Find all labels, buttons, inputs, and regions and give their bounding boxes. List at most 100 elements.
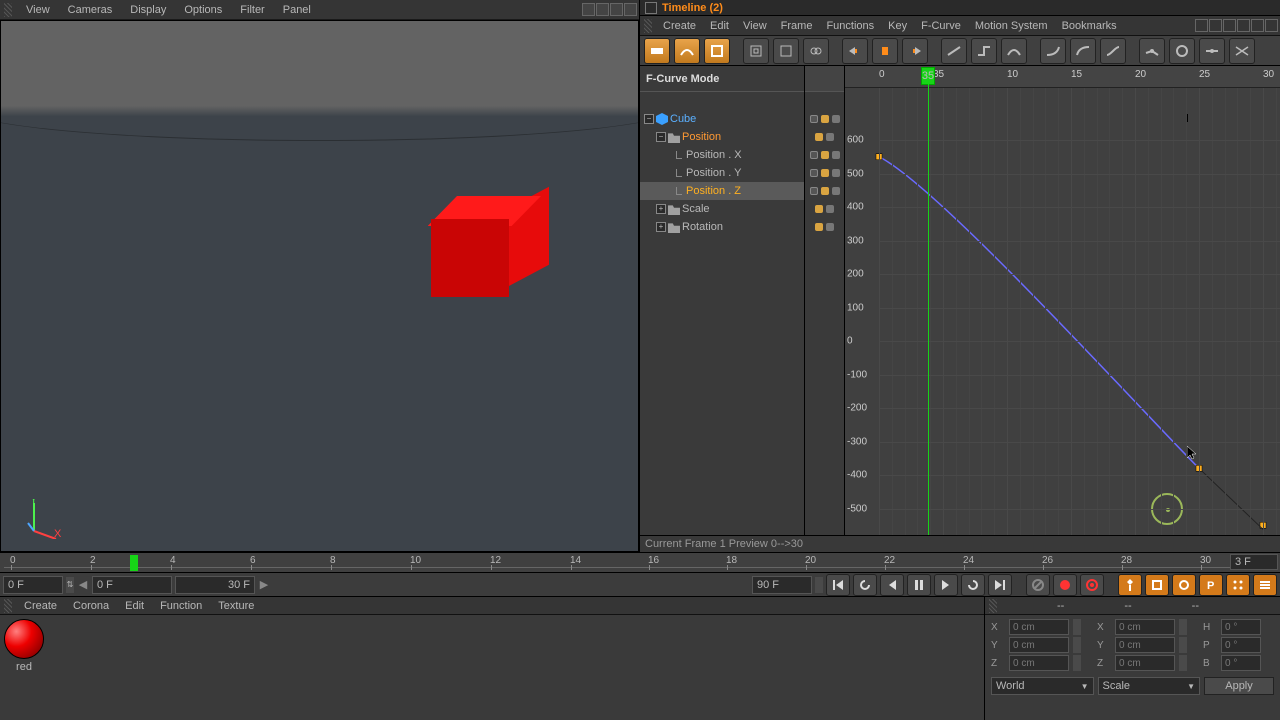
menu-tl-motion[interactable]: Motion System xyxy=(968,18,1055,34)
menu-tl-view[interactable]: View xyxy=(736,18,774,34)
menu-mat-texture[interactable]: Texture xyxy=(210,598,262,614)
menu-mat-corona[interactable]: Corona xyxy=(65,598,117,614)
tree-row-scale[interactable]: + Scale xyxy=(640,200,804,218)
motion-mode-icon[interactable] xyxy=(704,38,730,64)
preview-in-input[interactable]: 0 F xyxy=(92,576,172,594)
pos-z-input[interactable]: 0 cm xyxy=(1009,655,1069,671)
ease-out-icon[interactable] xyxy=(1070,38,1096,64)
menu-panel[interactable]: Panel xyxy=(275,2,319,18)
spinner-icon[interactable] xyxy=(1179,655,1187,671)
key-prev-icon[interactable] xyxy=(842,38,868,64)
tree-row-cube[interactable]: − Cube xyxy=(640,110,804,128)
size-y-input[interactable]: 0 cm xyxy=(1115,637,1175,653)
break-tangent-icon[interactable] xyxy=(1139,38,1165,64)
key-param-button[interactable]: P xyxy=(1199,574,1223,596)
menu-tl-fcurve[interactable]: F-Curve xyxy=(914,18,968,34)
arrow-left-icon[interactable]: ◀ xyxy=(77,578,89,591)
tl-nav-icon[interactable] xyxy=(1251,19,1264,32)
material-list[interactable]: red xyxy=(0,615,984,720)
viewport-nav-icon[interactable] xyxy=(624,3,637,16)
timeline-check-icon[interactable] xyxy=(645,2,657,14)
menu-options[interactable]: Options xyxy=(176,2,230,18)
tree-row-px[interactable]: Position . X xyxy=(640,146,804,164)
menu-tl-functions[interactable]: Functions xyxy=(819,18,881,34)
start-frame-input[interactable]: 0 F xyxy=(3,576,63,594)
menu-cameras[interactable]: Cameras xyxy=(60,2,121,18)
viewport-nav-icon[interactable] xyxy=(582,3,595,16)
key-dot-icon[interactable] xyxy=(815,205,823,213)
tl-nav-icon[interactable] xyxy=(1209,19,1222,32)
ease-both-icon[interactable] xyxy=(1100,38,1126,64)
menu-view[interactable]: View xyxy=(18,2,58,18)
tree-row-pz[interactable]: Position . Z xyxy=(640,182,804,200)
menu-tl-bookmarks[interactable]: Bookmarks xyxy=(1055,18,1124,34)
spinner-icon[interactable]: ⇅ xyxy=(66,577,74,593)
pos-y-input[interactable]: 0 cm xyxy=(1009,637,1069,653)
link-icon[interactable] xyxy=(803,38,829,64)
arrow-right-icon[interactable]: ▶ xyxy=(258,578,270,591)
menu-tl-key[interactable]: Key xyxy=(881,18,914,34)
key-add-icon[interactable] xyxy=(872,38,898,64)
play-fwd-button[interactable] xyxy=(934,574,958,596)
apply-button[interactable]: Apply xyxy=(1204,677,1274,695)
viewport-nav-icon[interactable] xyxy=(596,3,609,16)
autokey-button[interactable] xyxy=(1080,574,1104,596)
pos-x-input[interactable]: 0 cm xyxy=(1009,619,1069,635)
menu-mat-function[interactable]: Function xyxy=(152,598,210,614)
preview-out-input[interactable]: 30 F xyxy=(175,576,255,594)
unify-tangent-icon[interactable] xyxy=(1169,38,1195,64)
expand-icon[interactable]: + xyxy=(656,222,666,232)
current-frame-marker[interactable] xyxy=(130,555,138,571)
tangent-linear-icon[interactable] xyxy=(941,38,967,64)
menu-mat-create[interactable]: Create xyxy=(16,598,65,614)
collapse-icon[interactable]: − xyxy=(644,114,654,124)
spinner-icon[interactable] xyxy=(815,577,823,593)
tree-row-rotation[interactable]: + Rotation xyxy=(640,218,804,236)
time-ruler[interactable]: 35 0351015202530 xyxy=(845,66,1280,88)
fcurve-mode-icon[interactable] xyxy=(674,38,700,64)
menu-tl-frame[interactable]: Frame xyxy=(774,18,820,34)
frame-all-icon[interactable] xyxy=(743,38,769,64)
expand-icon[interactable]: + xyxy=(656,204,666,214)
rot-p-input[interactable]: 0 ° xyxy=(1221,637,1261,653)
tangent-spline-icon[interactable] xyxy=(1001,38,1027,64)
zero-angle-icon[interactable] xyxy=(1199,38,1225,64)
collapse-icon[interactable]: − xyxy=(656,132,666,142)
material-swatch[interactable]: red xyxy=(4,619,44,673)
play-rev-button[interactable] xyxy=(880,574,904,596)
go-end-button[interactable] xyxy=(988,574,1012,596)
menu-filter[interactable]: Filter xyxy=(232,2,272,18)
rot-h-input[interactable]: 0 ° xyxy=(1221,619,1261,635)
record-button[interactable] xyxy=(1053,574,1077,596)
viewport-3d[interactable]: Y X xyxy=(0,20,639,552)
disable-redraw-button[interactable] xyxy=(1026,574,1050,596)
rot-b-input[interactable]: 0 ° xyxy=(1221,655,1261,671)
fcurve-graph[interactable]: 35 0351015202530 6005004003002001000-100… xyxy=(845,66,1280,535)
tangent-step-icon[interactable] xyxy=(971,38,997,64)
spinner-icon[interactable] xyxy=(1179,637,1187,653)
key-rotation-button[interactable] xyxy=(1172,574,1196,596)
key-dot-icon[interactable] xyxy=(810,151,818,159)
grip-icon[interactable] xyxy=(989,599,997,613)
key-dot-icon[interactable] xyxy=(810,187,818,195)
world-select[interactable]: World▼ xyxy=(991,677,1094,695)
fps-input[interactable]: 90 F xyxy=(752,576,812,594)
grip-icon[interactable] xyxy=(644,19,652,33)
menu-tl-edit[interactable]: Edit xyxy=(703,18,736,34)
playhead[interactable]: 35 xyxy=(921,67,935,85)
tl-nav-icon[interactable] xyxy=(1195,19,1208,32)
key-dot-icon[interactable] xyxy=(810,169,818,177)
go-start-button[interactable] xyxy=(826,574,850,596)
time-slider[interactable]: 3 F 024681012141618202224262830 xyxy=(0,552,1280,572)
tl-nav-icon[interactable] xyxy=(1265,19,1278,32)
loop-back-button[interactable] xyxy=(853,574,877,596)
frame-display[interactable]: 3 F xyxy=(1230,554,1278,570)
tree-row-position[interactable]: − Position xyxy=(640,128,804,146)
menu-tl-create[interactable]: Create xyxy=(656,18,703,34)
frame-selected-icon[interactable] xyxy=(773,38,799,64)
spinner-icon[interactable] xyxy=(1073,619,1081,635)
key-position-button[interactable] xyxy=(1118,574,1142,596)
tree-row-py[interactable]: Position . Y xyxy=(640,164,804,182)
key-dot-icon[interactable] xyxy=(810,115,818,123)
tl-nav-icon[interactable] xyxy=(1237,19,1250,32)
